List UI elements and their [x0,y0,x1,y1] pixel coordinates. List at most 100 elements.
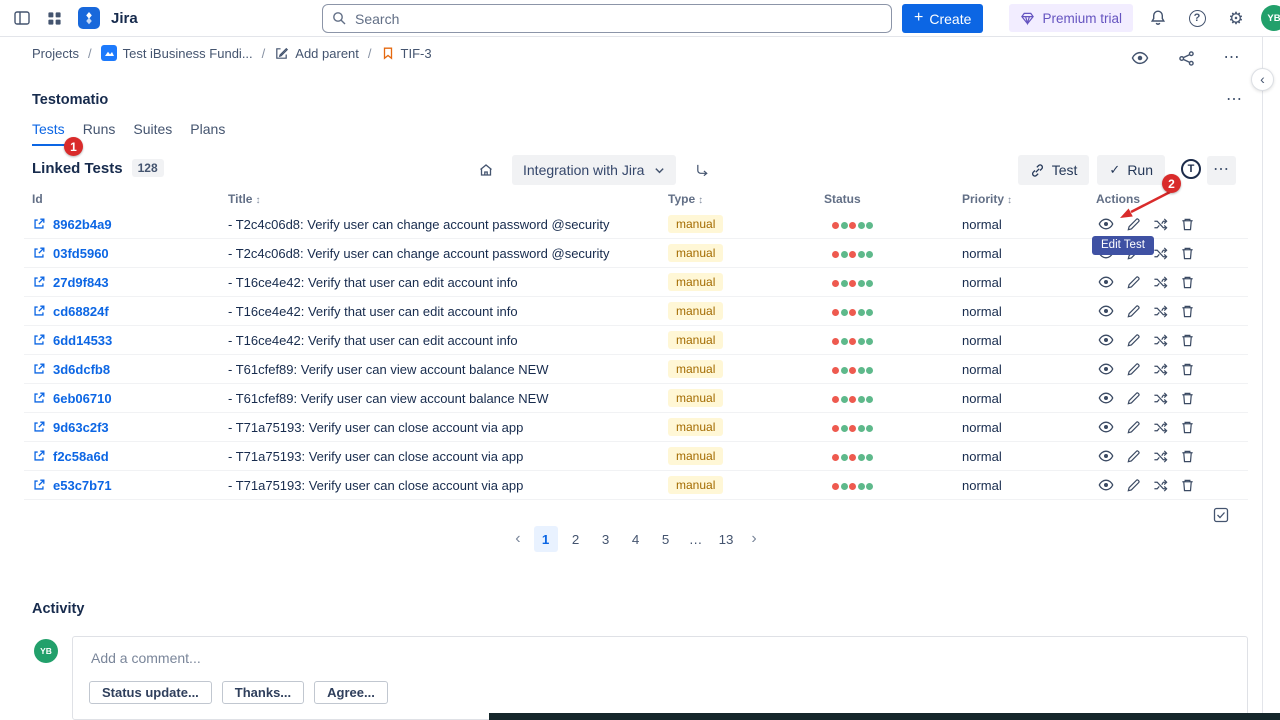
sort-icon[interactable]: ↕ [255,195,260,206]
breadcrumb-issue[interactable]: TIF-3 [381,46,432,61]
edit-test-button[interactable] [1123,301,1143,321]
premium-trial-button[interactable]: Premium trial [1009,4,1133,32]
test-id-link[interactable]: 3d6dcfb8 [53,362,110,377]
delete-test-button[interactable] [1177,243,1197,263]
edit-test-button[interactable] [1123,475,1143,495]
view-test-button[interactable] [1096,272,1116,292]
settings-button[interactable]: ⚙ [1222,4,1250,32]
unlink-test-button[interactable] [1150,301,1170,321]
table-row[interactable]: 6eb06710 - T61cfef89: Verify user can vi… [24,384,1248,413]
share-button[interactable] [1172,44,1200,72]
test-id-link[interactable]: e53c7b71 [53,478,112,493]
breadcrumb-project[interactable]: Test iBusiness Fundi... [101,45,253,61]
user-avatar[interactable]: YB [1261,5,1280,31]
unlink-test-button[interactable] [1150,359,1170,379]
view-test-button[interactable] [1096,475,1116,495]
comment-input[interactable] [89,649,1189,667]
table-row[interactable]: 9d63c2f3 - T71a75193: Verify user can cl… [24,413,1248,442]
column-header-id[interactable]: Id [24,192,228,206]
column-header-priority[interactable]: Priority↕ [962,192,1096,206]
table-row[interactable]: cd68824f - T16ce4e42: Verify that user c… [24,297,1248,326]
delete-test-button[interactable] [1177,417,1197,437]
create-button[interactable]: + Create [902,4,983,33]
pagination-next-button[interactable]: › [744,530,763,548]
view-test-button[interactable] [1096,301,1116,321]
column-header-title[interactable]: Title↕ [228,192,668,206]
view-test-button[interactable] [1096,359,1116,379]
pagination-page-5[interactable]: 5 [654,526,678,552]
home-button[interactable] [472,156,500,184]
watch-button[interactable] [1126,44,1154,72]
edit-test-button[interactable] [1123,446,1143,466]
edit-test-button[interactable] [1123,330,1143,350]
tab-plans[interactable]: Plans [190,121,225,146]
breadcrumb-projects[interactable]: Projects [32,46,79,61]
issue-more-button[interactable]: ⋯ [1218,44,1246,72]
table-row[interactable]: f2c58a6d - T71a75193: Verify user can cl… [24,442,1248,471]
unlink-test-button[interactable] [1150,388,1170,408]
delete-test-button[interactable] [1177,301,1197,321]
tab-suites[interactable]: Suites [133,121,172,146]
delete-test-button[interactable] [1177,446,1197,466]
table-row[interactable]: 3d6dcfb8 - T61cfef89: Verify user can vi… [24,355,1248,384]
unlink-test-button[interactable] [1150,417,1170,437]
unlink-test-button[interactable] [1150,330,1170,350]
comment-box[interactable]: Status update... Thanks... Agree... [72,636,1248,720]
delete-test-button[interactable] [1177,214,1197,234]
branch-arrow-button[interactable] [688,156,716,184]
edit-test-button[interactable] [1123,359,1143,379]
test-id-link[interactable]: f2c58a6d [53,449,109,464]
search-input[interactable] [322,4,892,33]
run-button[interactable]: ✓ Run [1097,155,1165,185]
table-row[interactable]: e53c7b71 - T71a75193: Verify user can cl… [24,471,1248,500]
quick-reply-thanks[interactable]: Thanks... [222,681,304,704]
app-name[interactable]: Jira [111,10,138,27]
tab-runs[interactable]: Runs [83,121,116,146]
test-id-link[interactable]: 03fd5960 [53,246,109,261]
sort-icon[interactable]: ↕ [1007,195,1012,206]
edit-test-button[interactable] [1123,417,1143,437]
pagination-page-4[interactable]: 4 [624,526,648,552]
quick-reply-agree[interactable]: Agree... [314,681,388,704]
breadcrumb-add-parent[interactable]: Add parent [274,46,359,61]
app-switcher-button[interactable] [40,4,68,32]
sort-icon[interactable]: ↕ [698,195,703,206]
panel-more-button[interactable]: ⋯ [1226,92,1243,108]
delete-test-button[interactable] [1177,330,1197,350]
test-id-link[interactable]: 9d63c2f3 [53,420,109,435]
jira-logo-icon[interactable] [78,7,100,29]
unlink-test-button[interactable] [1150,475,1170,495]
test-id-link[interactable]: cd68824f [53,304,109,319]
quick-reply-status-update[interactable]: Status update... [89,681,212,704]
delete-test-button[interactable] [1177,359,1197,379]
column-header-type[interactable]: Type↕ [668,192,824,206]
bulk-edit-button[interactable] [1212,506,1230,524]
view-test-button[interactable] [1096,388,1116,408]
test-id-link[interactable]: 6dd14533 [53,333,112,348]
integration-dropdown[interactable]: Integration with Jira [512,155,676,185]
view-test-button[interactable] [1096,446,1116,466]
collapse-panel-button[interactable]: ‹ [1251,68,1274,91]
test-button[interactable]: Test [1018,155,1090,185]
pagination-page-13[interactable]: 13 [714,526,739,552]
edit-test-button[interactable] [1123,272,1143,292]
toolbar-more-button[interactable]: ⋯ [1207,156,1236,185]
delete-test-button[interactable] [1177,272,1197,292]
unlink-test-button[interactable] [1150,446,1170,466]
pagination-prev-button[interactable]: ‹ [508,530,527,548]
table-row[interactable]: 03fd5960 - T2c4c06d8: Verify user can ch… [24,239,1248,268]
edit-test-button[interactable] [1123,388,1143,408]
pagination-page-1[interactable]: 1 [534,526,558,552]
table-row[interactable]: 6dd14533 - T16ce4e42: Verify that user c… [24,326,1248,355]
test-id-link[interactable]: 6eb06710 [53,391,112,406]
notifications-button[interactable] [1144,4,1172,32]
table-row[interactable]: 27d9f843 - T16ce4e42: Verify that user c… [24,268,1248,297]
delete-test-button[interactable] [1177,475,1197,495]
test-id-link[interactable]: 27d9f843 [53,275,109,290]
pagination-page-3[interactable]: 3 [594,526,618,552]
test-id-link[interactable]: 8962b4a9 [53,217,112,232]
pagination-page-2[interactable]: 2 [564,526,588,552]
help-button[interactable]: ? [1183,4,1211,32]
unlink-test-button[interactable] [1150,272,1170,292]
sidebar-toggle-button[interactable] [8,4,36,32]
